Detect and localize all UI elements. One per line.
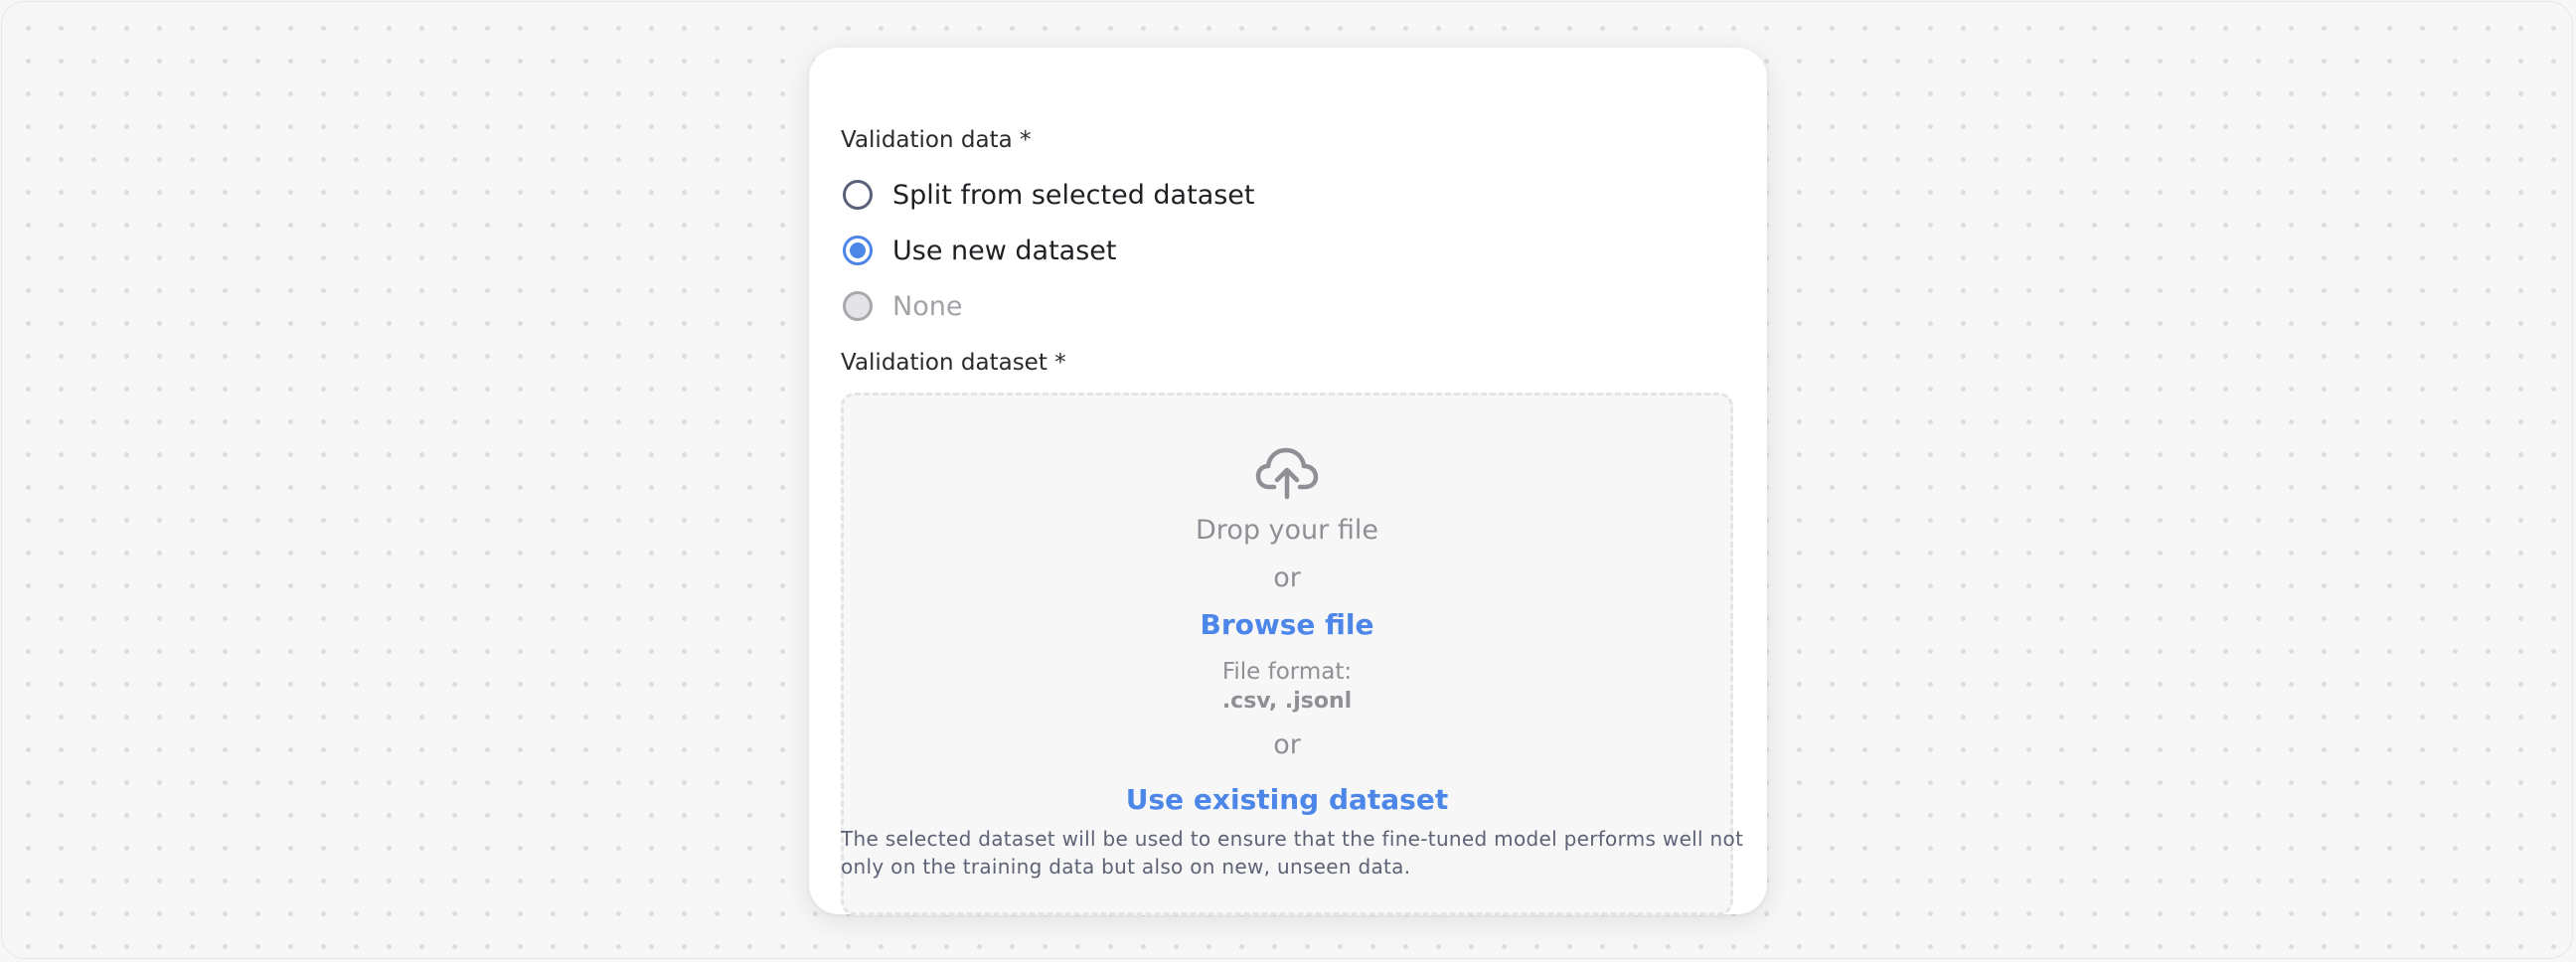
dropzone-drop-text: Drop your file <box>1196 515 1378 546</box>
use-existing-dataset-link[interactable]: Use existing dataset <box>844 783 1730 816</box>
radio-option-split[interactable]: Split from selected dataset <box>843 175 1255 215</box>
radio-option-new-dataset[interactable]: Use new dataset <box>843 231 1117 270</box>
file-format-value: .csv, .jsonl <box>1221 689 1353 714</box>
validation-settings-card: Validation data * Split from selected da… <box>809 48 1767 915</box>
radio-option-label: Split from selected dataset <box>892 179 1255 211</box>
radio-button-disabled <box>843 291 873 321</box>
radio-option-none: None <box>843 286 962 326</box>
radio-button-unchecked[interactable] <box>843 180 873 210</box>
cloud-upload-icon <box>1255 447 1319 500</box>
browse-file-link[interactable]: Browse file <box>844 608 1730 641</box>
dropzone-or-separator: or <box>1273 562 1301 593</box>
radio-option-label: None <box>892 290 963 322</box>
dropzone-or-separator: or <box>1273 729 1301 760</box>
validation-data-label: Validation data * <box>841 127 1032 153</box>
radio-option-label: Use new dataset <box>892 235 1117 266</box>
validation-dataset-label: Validation dataset * <box>841 350 1066 376</box>
helper-text: The selected dataset will be used to ens… <box>841 827 1744 879</box>
file-format-label: File format: <box>1221 659 1353 685</box>
radio-button-checked[interactable] <box>843 236 873 265</box>
